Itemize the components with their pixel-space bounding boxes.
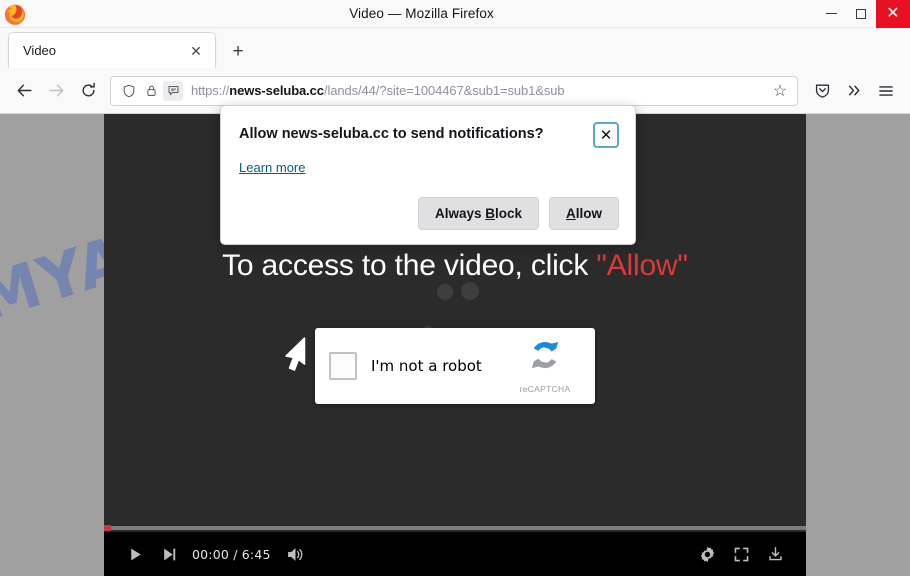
progress-track[interactable] — [104, 526, 806, 530]
always-block-button[interactable]: Always Block — [417, 197, 539, 230]
volume-icon — [288, 547, 303, 561]
notification-title: Allow news-seluba.cc to send notificatio… — [239, 126, 544, 142]
cta-plain-text: To access to the video, click — [222, 249, 597, 282]
new-tab-button[interactable]: + — [222, 36, 254, 68]
padlock-icon[interactable] — [141, 81, 161, 101]
notification-permission-popup: Allow news-seluba.cc to send notificatio… — [220, 105, 636, 245]
maximize-icon — [856, 8, 866, 19]
back-button[interactable] — [8, 75, 40, 107]
app-menu-button[interactable] — [870, 75, 902, 107]
url-text[interactable]: https://news-seluba.cc/lands/44/?site=10… — [191, 83, 769, 98]
download-icon — [768, 546, 782, 560]
recaptcha-checkbox[interactable] — [329, 352, 357, 380]
pocket-icon — [815, 84, 829, 98]
firefox-logo-icon — [4, 4, 26, 25]
allow-post: llow — [575, 206, 602, 221]
fullscreen-button[interactable] — [724, 537, 758, 571]
play-icon — [130, 548, 141, 560]
recaptcha-brand: reCAPTCHA — [509, 336, 581, 397]
reload-icon — [82, 82, 95, 97]
progress-bar[interactable] — [104, 523, 806, 532]
recaptcha-brand-label: reCAPTCHA — [519, 383, 571, 394]
tab-strip: Video ✕ + — [0, 28, 910, 68]
close-icon: ✕ — [886, 4, 900, 22]
block-accesskey: B — [485, 206, 495, 221]
forward-arrow-icon — [48, 84, 63, 97]
firefox-window: Video — Mozilla Firefox ✕ Video ✕ + http… — [0, 0, 910, 576]
hamburger-menu-icon — [879, 85, 893, 96]
progress-played — [104, 525, 112, 531]
permissions-icon[interactable] — [163, 80, 183, 101]
window-controls: ✕ — [816, 0, 910, 28]
volume-button[interactable] — [279, 537, 313, 571]
tab-label: Video — [23, 43, 57, 58]
tab-close-icon[interactable]: ✕ — [187, 44, 205, 58]
allow-button[interactable]: Allow — [549, 197, 619, 230]
notification-close-button[interactable]: ✕ — [593, 122, 619, 148]
mouse-cursor-icon — [285, 337, 306, 371]
tracking-protection-shield-icon[interactable] — [119, 81, 139, 101]
call-to-action-text: To access to the video, click "Allow" — [222, 249, 688, 283]
close-icon: ✕ — [599, 127, 613, 144]
notification-actions: Always Block Allow — [239, 197, 619, 230]
fullscreen-icon — [734, 547, 748, 561]
forward-button — [40, 75, 72, 107]
minimize-icon — [825, 12, 837, 15]
cta-highlight-text: "Allow" — [596, 249, 688, 282]
next-button[interactable] — [152, 537, 186, 571]
loading-dot — [437, 284, 453, 300]
notification-header: Allow news-seluba.cc to send notificatio… — [239, 122, 619, 148]
gear-icon — [700, 546, 714, 562]
timecode: 00:00 / 6:45 — [192, 546, 271, 562]
title-bar: Video — Mozilla Firefox ✕ — [0, 0, 910, 28]
loading-dot — [461, 282, 479, 300]
bookmark-star-icon[interactable]: ☆ — [769, 81, 791, 101]
tab-video[interactable]: Video ✕ — [8, 32, 216, 68]
next-track-icon — [163, 548, 175, 560]
chevron-double-right-icon — [848, 85, 859, 96]
window-title: Video — Mozilla Firefox — [349, 6, 494, 21]
maximize-button[interactable] — [846, 0, 876, 28]
recaptcha-logo-icon — [531, 341, 559, 368]
block-post: lock — [494, 206, 522, 221]
block-pre: Always — [434, 206, 486, 221]
learn-more-link[interactable]: Learn more — [239, 160, 305, 175]
close-window-button[interactable]: ✕ — [876, 0, 910, 28]
toolbar-right-actions — [806, 75, 902, 107]
allow-accesskey: A — [566, 206, 576, 221]
settings-button[interactable] — [690, 537, 724, 571]
overflow-menu-button[interactable] — [838, 75, 870, 107]
pocket-save-button[interactable] — [806, 75, 838, 107]
play-button[interactable] — [118, 537, 152, 571]
url-bar[interactable]: https://news-seluba.cc/lands/44/?site=10… — [110, 75, 798, 106]
recaptcha-label: I'm not a robot — [371, 357, 482, 375]
recaptcha-widget[interactable]: I'm not a robot reCAPTCHA — [315, 328, 595, 404]
player-controls: 00:00 / 6:45 — [104, 532, 806, 576]
reload-button[interactable] — [72, 75, 104, 107]
minimize-button[interactable] — [816, 0, 846, 28]
download-button[interactable] — [758, 537, 792, 571]
back-arrow-icon — [17, 84, 32, 97]
